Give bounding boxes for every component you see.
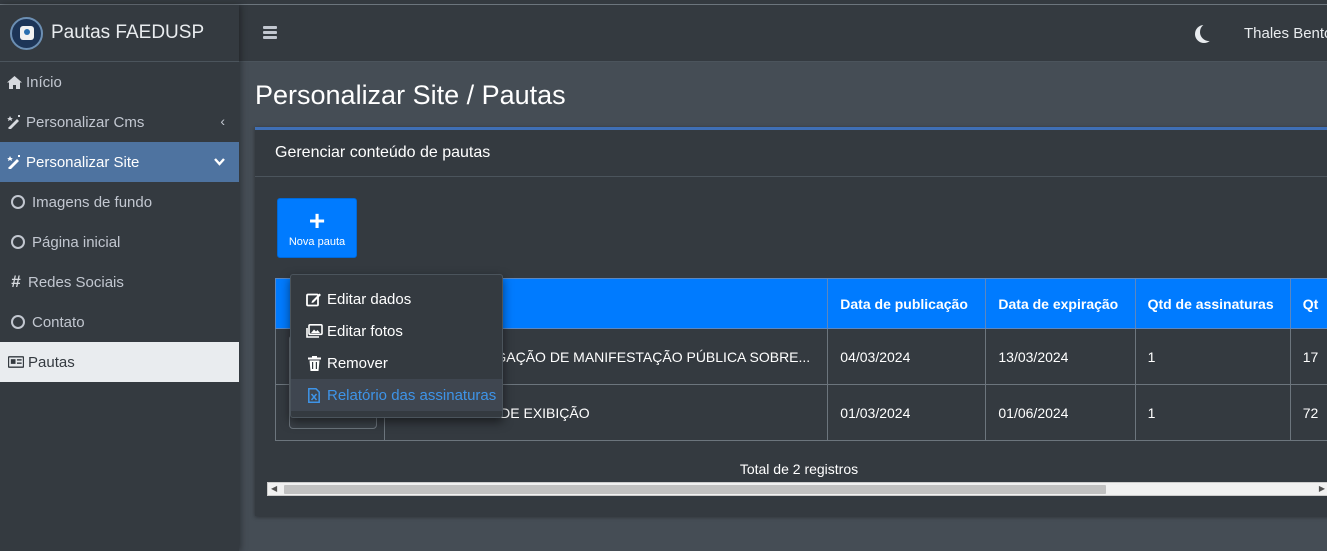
brand-title: Pautas FAEDUSP	[51, 22, 205, 43]
plus-icon: +	[308, 204, 326, 236]
chevron-left-icon: ‹	[220, 113, 225, 129]
menu-item-label: Remover	[327, 354, 388, 372]
circle-icon	[10, 235, 26, 249]
menu-item-label: Editar fotos	[327, 322, 403, 340]
sidebar-item-contato[interactable]: Contato	[0, 302, 239, 342]
sidebar-item-imagens-de-fundo[interactable]: Imagens de fundo	[0, 182, 239, 222]
column-header[interactable]: Data de expiração	[985, 278, 1136, 329]
scroll-left-icon[interactable]: ◀	[271, 484, 277, 493]
column-header[interactable]: Qtd de assinaturas	[1134, 278, 1291, 329]
table-cell: 13/03/2024	[985, 328, 1136, 385]
sidebar-item-personalizar-cms[interactable]: Personalizar Cms ‹	[0, 102, 239, 142]
sidebar-item-label: Personalizar Cms	[26, 113, 145, 131]
chevron-down-icon	[214, 153, 225, 169]
sidebar-nav: Início Personalizar Cms ‹ Personalizar S…	[0, 62, 239, 382]
new-pauta-label: Nova pauta	[288, 235, 346, 248]
file-excel-icon	[305, 387, 323, 403]
sidebar-item-pagina-inicial[interactable]: Página inicial	[0, 222, 239, 262]
column-header[interactable]: Data de publicação	[827, 278, 987, 329]
column-header[interactable]: Qt	[1289, 278, 1327, 329]
magic-icon	[6, 115, 22, 129]
table-cell: 01/06/2024	[985, 384, 1136, 441]
top-navbar: Thales Bento	[239, 5, 1327, 62]
table-cell: 17	[1289, 328, 1327, 385]
menu-item-editar-dados[interactable]: Editar dados	[291, 283, 502, 315]
card-title: Gerenciar conteúdo de pautas	[255, 130, 1327, 177]
menu-icon[interactable]	[263, 26, 277, 41]
table-cell: 04/03/2024	[827, 328, 987, 385]
sidebar-item-label: Imagens de fundo	[32, 193, 153, 211]
edit-icon	[305, 292, 323, 307]
page-title: Personalizar Site / Pautas	[255, 80, 566, 110]
hashtag-icon: #	[11, 272, 21, 291]
home-icon	[6, 75, 22, 89]
moon-icon[interactable]	[1200, 23, 1218, 41]
images-icon	[305, 324, 323, 338]
newspaper-icon	[8, 356, 24, 368]
sidebar-item-pautas[interactable]: Pautas	[0, 342, 239, 382]
sidebar-item-redes-sociais[interactable]: # Redes Sociais	[0, 262, 239, 302]
brand-logo-icon	[10, 16, 43, 50]
sidebar-item-personalizar-site[interactable]: Personalizar Site	[0, 142, 239, 182]
table-cell: 01/03/2024	[827, 384, 987, 441]
new-pauta-button[interactable]: + Nova pauta	[277, 198, 357, 258]
menu-item-label: Relatório das assinaturas	[327, 386, 497, 404]
horizontal-scrollbar[interactable]: ◀ ▶	[267, 482, 1327, 496]
menu-item-relatorio-assinaturas[interactable]: Relatório das assinaturas	[291, 379, 502, 411]
menu-item-remover[interactable]: Remover	[291, 347, 502, 379]
circle-icon	[10, 315, 26, 329]
sidebar-item-label: Redes Sociais	[28, 273, 124, 291]
magic-icon	[6, 155, 22, 169]
table-cell: 72	[1289, 384, 1327, 441]
trash-icon	[305, 355, 323, 371]
table-cell: 1	[1134, 384, 1291, 441]
scroll-right-icon[interactable]: ▶	[1319, 484, 1325, 493]
sidebar-item-label: Início	[26, 73, 62, 91]
circle-icon	[10, 195, 26, 209]
sidebar-item-label: Página inicial	[32, 233, 121, 251]
user-name[interactable]: Thales Bento	[1244, 25, 1327, 42]
menu-item-editar-fotos[interactable]: Editar fotos	[291, 315, 502, 347]
menu-item-label: Editar dados	[327, 290, 412, 308]
total-records: Total de 2 registros	[739, 461, 859, 477]
table-cell: 1	[1134, 328, 1291, 385]
sidebar-item-label: Pautas	[28, 353, 75, 371]
sidebar-item-label: Personalizar Site	[26, 153, 140, 171]
row-actions-dropdown: Editar dados Editar fotos Remover Relató…	[290, 274, 503, 418]
sidebar-item-label: Contato	[32, 313, 85, 331]
brand[interactable]: Pautas FAEDUSP	[0, 5, 239, 62]
scrollbar-thumb[interactable]	[284, 485, 1106, 494]
sidebar: Pautas FAEDUSP Início Personalizar Cms ‹…	[0, 5, 239, 551]
sidebar-item-inicio[interactable]: Início	[0, 62, 239, 102]
